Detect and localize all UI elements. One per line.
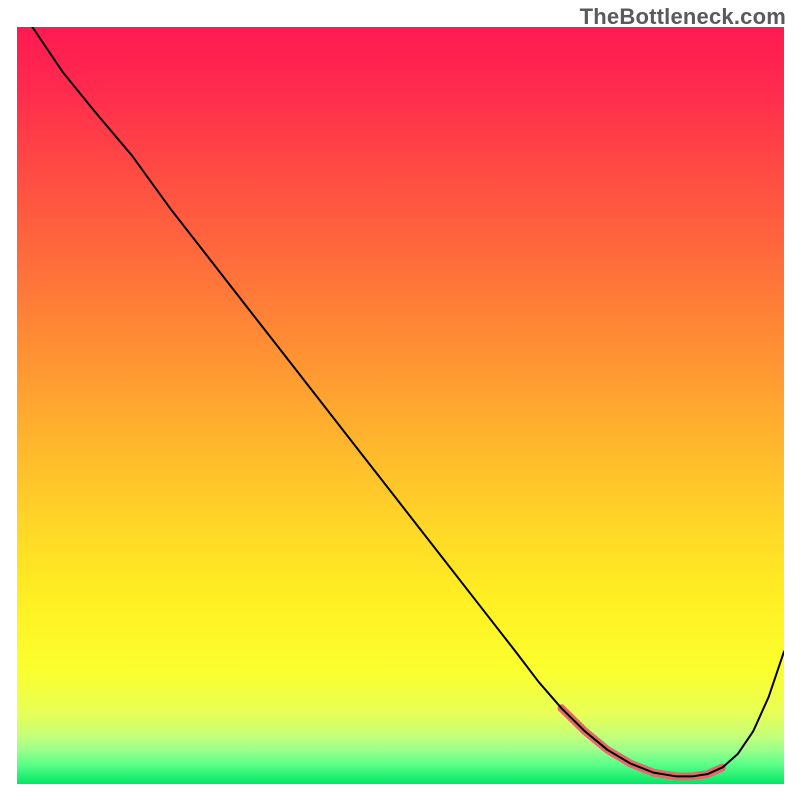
bottleneck-curve — [32, 27, 784, 776]
plot-area — [17, 27, 784, 784]
chart-container: TheBottleneck.com — [0, 0, 800, 800]
valley-highlight — [562, 708, 723, 776]
curve-layer — [17, 27, 784, 784]
